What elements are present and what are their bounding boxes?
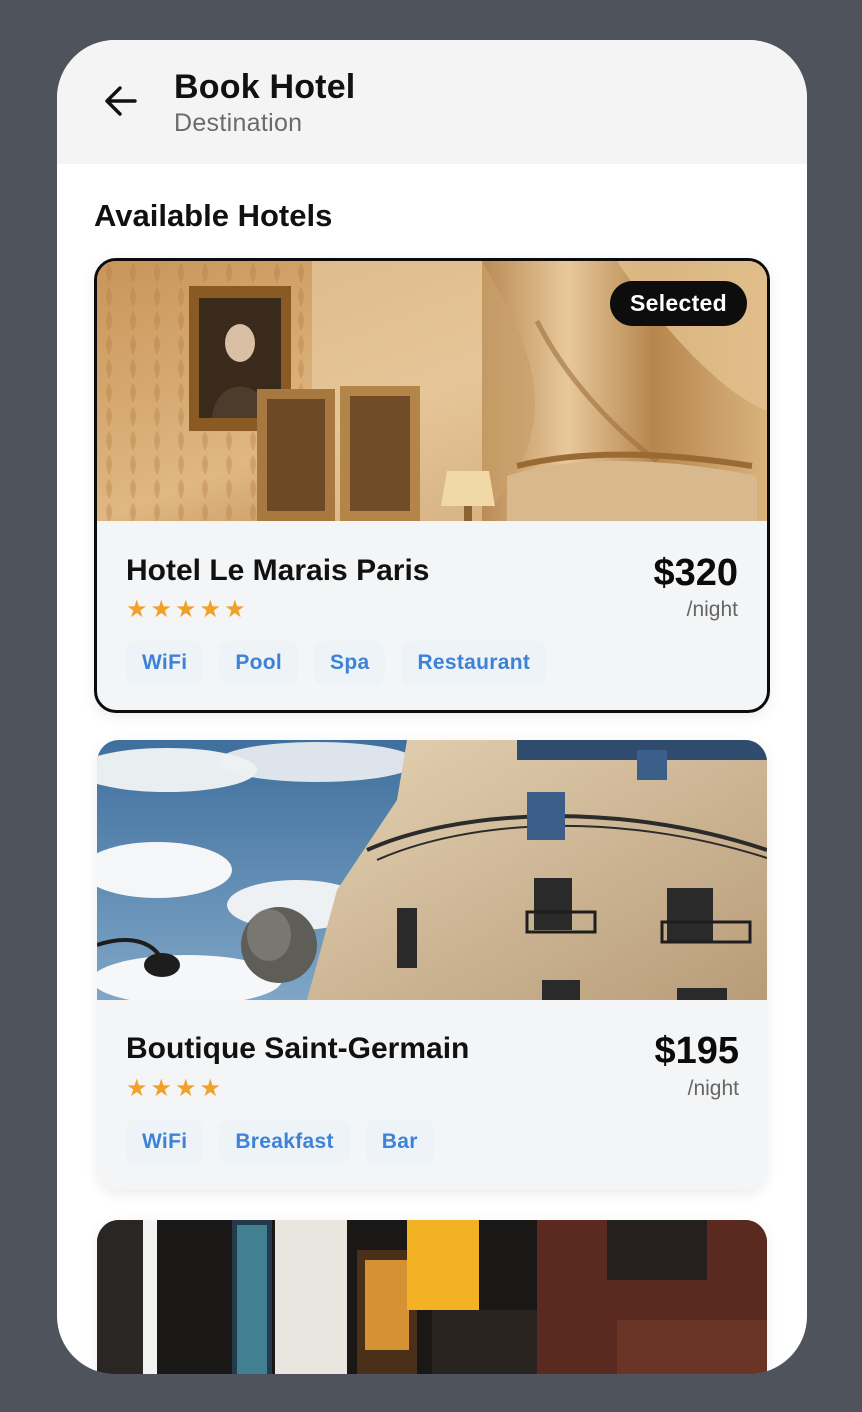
page-title: Book Hotel — [174, 68, 356, 106]
arrow-left-icon — [105, 86, 137, 116]
price: $320 — [653, 552, 738, 594]
amenity-chip: WiFi — [126, 1120, 204, 1164]
hotel-card[interactable] — [97, 1220, 767, 1374]
hotel-name: Hotel Le Marais Paris — [126, 554, 430, 587]
page-subtitle: Destination — [174, 109, 303, 137]
hotel-card[interactable]: Boutique Saint-Germain ★★★★ $195 /night … — [97, 740, 767, 1190]
hotel-card[interactable]: Selected Hotel Le Marais Paris ★★★★★ $32… — [94, 258, 770, 713]
hotel-photo — [97, 740, 767, 1000]
amenity-chip: WiFi — [126, 641, 204, 685]
per-night-label: /night — [687, 1077, 739, 1100]
hotel-photo — [97, 1220, 767, 1374]
amenity-list: WiFi Breakfast Bar — [126, 1120, 434, 1164]
per-night-label: /night — [686, 598, 738, 621]
back-button[interactable] — [95, 72, 147, 130]
app-bar: Book Hotel Destination — [57, 40, 807, 164]
amenity-chip: Pool — [219, 641, 299, 685]
selected-badge: Selected — [609, 281, 747, 326]
amenity-chip: Restaurant — [401, 641, 547, 685]
star-rating: ★★★★★ — [126, 596, 249, 623]
price: $195 — [654, 1030, 739, 1072]
amenity-chip: Breakfast — [219, 1120, 350, 1164]
hotel-photo: Selected — [97, 261, 767, 521]
star-rating: ★★★★ — [126, 1075, 225, 1102]
section-title: Available Hotels — [94, 198, 333, 233]
phone-screen: Book Hotel Destination Available Hotels — [57, 40, 807, 1374]
amenity-chip: Spa — [314, 641, 386, 685]
hotel-name: Boutique Saint-Germain — [126, 1032, 470, 1065]
amenity-chip: Bar — [365, 1120, 434, 1164]
amenity-list: WiFi Pool Spa Restaurant — [126, 641, 547, 685]
